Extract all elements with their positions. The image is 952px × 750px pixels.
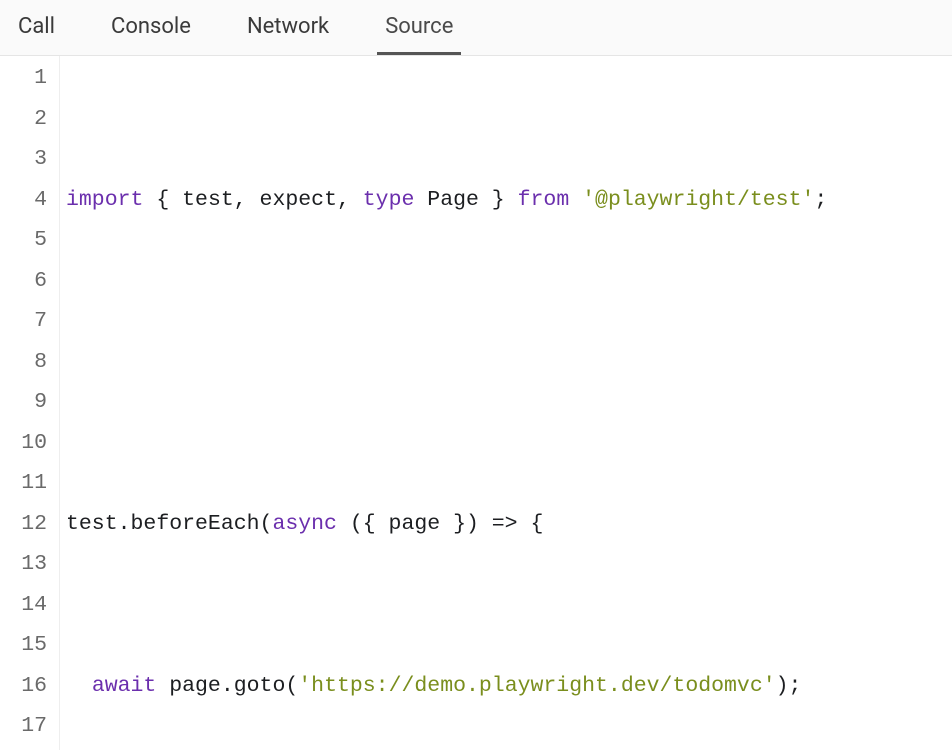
code-line[interactable]: import { test, expect, type Page } from …: [66, 180, 952, 221]
line-number: 15: [8, 625, 47, 666]
code-editor[interactable]: 1234567891011121314151617 import { test,…: [0, 56, 952, 750]
tab-console[interactable]: Console: [103, 0, 199, 55]
line-number: 8: [8, 342, 47, 383]
line-number: 17: [8, 706, 47, 747]
code-line[interactable]: await page.goto('https://demo.playwright…: [66, 666, 952, 707]
keyword: from: [518, 188, 570, 212]
string-literal: 'https://demo.playwright.dev/todomvc': [298, 674, 775, 698]
line-number: 1: [8, 58, 47, 99]
string-literal: '@playwright/test': [582, 188, 814, 212]
code-content[interactable]: import { test, expect, type Page } from …: [60, 56, 952, 750]
tab-source[interactable]: Source: [377, 0, 461, 55]
code-line[interactable]: test.beforeEach(async ({ page }) => {: [66, 504, 952, 545]
line-number-gutter: 1234567891011121314151617: [0, 56, 60, 750]
line-number: 10: [8, 423, 47, 464]
tab-network[interactable]: Network: [239, 0, 337, 55]
line-number: 12: [8, 504, 47, 545]
keyword: async: [272, 512, 337, 536]
keyword: type: [363, 188, 415, 212]
line-number: 13: [8, 544, 47, 585]
line-number: 6: [8, 261, 47, 302]
line-number: 16: [8, 666, 47, 707]
tab-bar: Call Console Network Source: [0, 0, 952, 56]
line-number: 11: [8, 463, 47, 504]
line-number: 9: [8, 382, 47, 423]
keyword: import: [66, 188, 143, 212]
line-number: 14: [8, 585, 47, 626]
line-number: 5: [8, 220, 47, 261]
line-number: 3: [8, 139, 47, 180]
code-line[interactable]: [66, 342, 952, 383]
keyword: await: [92, 674, 157, 698]
line-number: 7: [8, 301, 47, 342]
line-number: 4: [8, 180, 47, 221]
line-number: 2: [8, 99, 47, 140]
tab-call[interactable]: Call: [10, 0, 63, 55]
